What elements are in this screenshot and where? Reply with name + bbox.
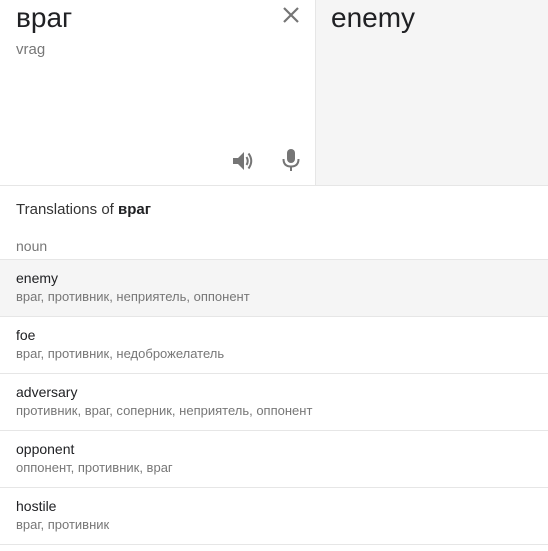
translate-card: враг vrag enemy Translations of враг nou… <box>0 0 548 551</box>
translations-heading-word: враг <box>118 201 151 218</box>
listen-button[interactable] <box>230 148 256 174</box>
translation-word: hostile <box>16 498 57 514</box>
translation-entry[interactable]: opponent оппонент, противник, враг <box>0 431 548 488</box>
translation-word: opponent <box>16 441 75 457</box>
translations-heading: Translations of враг <box>0 186 548 234</box>
source-transliteration: vrag <box>16 41 46 58</box>
clear-button[interactable] <box>278 2 304 28</box>
translation-synonyms: оппонент, противник, враг <box>16 460 173 475</box>
translations-list: Translations of враг noun enemy враг, пр… <box>0 186 548 545</box>
translation-synonyms: враг, противник, неприятель, оппонент <box>16 289 250 304</box>
source-panel[interactable]: враг vrag <box>0 0 316 185</box>
translation-entry[interactable]: adversary противник, враг, соперник, неп… <box>0 374 548 431</box>
translations-heading-prefix: Translations of <box>16 201 114 218</box>
translation-entry[interactable]: foe враг, противник, недоброжелатель <box>0 317 548 374</box>
translation-synonyms: враг, противник <box>16 517 110 532</box>
translation-panels: враг vrag enemy <box>0 0 548 186</box>
close-icon <box>283 7 299 23</box>
source-text[interactable]: враг <box>16 0 72 36</box>
microphone-icon <box>282 149 300 171</box>
target-panel: enemy <box>316 0 548 185</box>
speaker-icon <box>233 152 253 170</box>
target-text: enemy <box>331 2 416 33</box>
translation-entry[interactable]: hostile враг, противник <box>0 488 548 545</box>
translation-synonyms: противник, враг, соперник, неприятель, о… <box>16 403 313 418</box>
translation-word: foe <box>16 327 36 343</box>
part-of-speech-label: noun <box>0 234 548 260</box>
voice-input-button[interactable] <box>279 147 303 173</box>
translation-entry[interactable]: enemy враг, противник, неприятель, оппон… <box>0 260 548 317</box>
translation-synonyms: враг, противник, недоброжелатель <box>16 346 225 361</box>
translation-word: adversary <box>16 384 78 400</box>
translation-word: enemy <box>16 270 59 286</box>
